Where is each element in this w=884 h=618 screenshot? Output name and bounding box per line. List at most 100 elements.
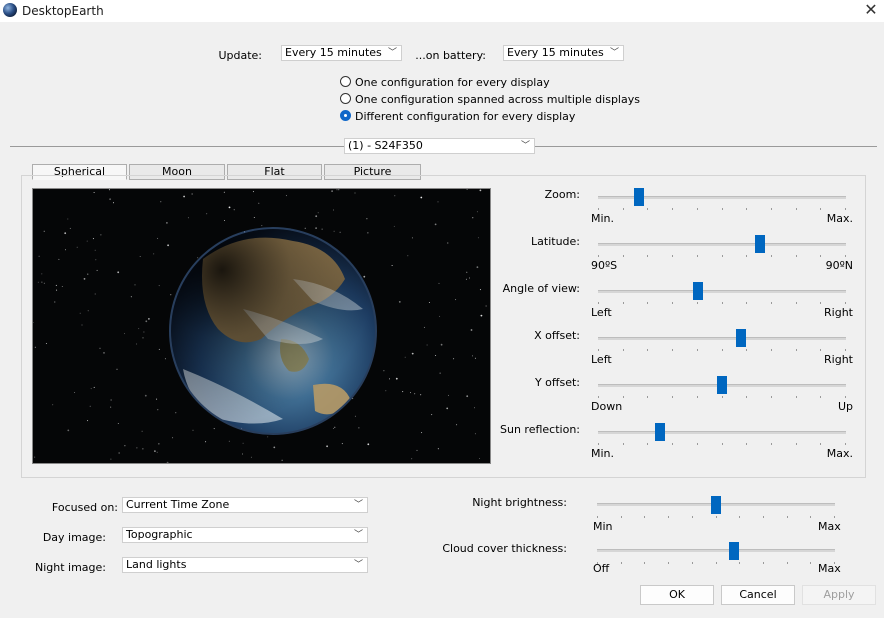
star [117,271,120,274]
star [438,282,440,284]
cloud-cover-max: Max [818,562,841,575]
radio-different-config-label[interactable]: Different configuration for every displa… [355,110,575,123]
tick-mark [647,302,648,304]
tick-mark [716,562,717,564]
star [166,461,169,463]
star [440,343,443,346]
cancel-button[interactable]: Cancel [721,585,795,605]
star [141,430,143,432]
star [363,275,366,278]
radio-spanned-config-label[interactable]: One configuration spanned across multipl… [355,93,640,106]
star [317,212,319,214]
star [81,324,83,326]
star [474,357,476,359]
star [86,240,88,242]
star [100,234,102,236]
star [64,232,67,235]
night-brightness-thumb[interactable] [711,496,721,514]
star [466,395,469,398]
star [158,348,160,350]
separator-right [535,146,877,147]
tick-mark [845,208,846,210]
cloud-cover-track[interactable] [597,549,835,552]
zoom-ticks [598,208,846,210]
star [56,289,58,291]
close-icon[interactable]: ✕ [858,0,884,22]
tick-mark [771,396,772,398]
x-offset-track[interactable] [598,337,846,340]
focused-select[interactable]: Current Time Zone ﹀ [122,497,368,513]
ok-button[interactable]: OK [640,585,714,605]
update-select[interactable]: Every 15 minutes ﹀ [281,45,402,61]
radio-one-config[interactable] [340,76,351,87]
day-image-select[interactable]: Topographic ﹀ [122,527,368,543]
angle-of-view-track[interactable] [598,290,846,293]
y-offset-min: Down [591,400,623,413]
tick-mark [697,208,698,210]
sun-reflection-ticks [598,443,846,445]
star [92,238,94,240]
angle-of-view-thumb[interactable] [693,282,703,300]
tick-mark [845,443,846,445]
tick-mark [644,516,645,518]
sun-reflection-thumb[interactable] [655,423,665,441]
star [224,220,225,221]
star [145,320,148,323]
latitude-track[interactable] [598,243,846,246]
radio-one-config-label[interactable]: One configuration for every display [355,76,550,89]
night-image-select[interactable]: Land lights ﹀ [122,557,368,573]
tick-mark [598,349,599,351]
tick-mark [672,302,673,304]
battery-select[interactable]: Every 15 minutes ﹀ [503,45,624,61]
y-offset-thumb[interactable] [717,376,727,394]
star [142,448,144,450]
sun-reflection-track[interactable] [598,431,846,434]
night-brightness-ticks [597,516,835,518]
star [466,189,468,190]
star [142,337,144,339]
star [428,302,430,303]
star [474,433,476,435]
star [124,333,125,335]
star [250,456,252,458]
latitude-thumb[interactable] [755,235,765,253]
tick-mark [621,516,622,518]
title-bar: DesktopEarth ✕ [0,0,884,22]
star [192,429,194,431]
star [456,424,458,426]
x-offset-thumb[interactable] [736,329,746,347]
star [197,257,199,259]
tick-mark [820,255,821,257]
star [352,398,354,400]
zoom-thumb[interactable] [634,188,644,206]
star [334,426,336,428]
tick-mark [697,396,698,398]
apply-button[interactable]: Apply [802,585,876,605]
radio-spanned-config[interactable] [340,93,351,104]
tick-mark [697,302,698,304]
star [485,305,487,307]
cloud-cover-thumb[interactable] [729,542,739,560]
star [69,227,71,229]
tick-mark [598,302,599,304]
radio-different-config[interactable] [340,110,351,121]
y-offset-ticks [598,396,846,398]
tick-mark [672,349,673,351]
star [156,451,158,453]
display-select[interactable]: (1) - S24F350 ﹀ [344,138,535,154]
night-brightness-max: Max [818,520,841,533]
star [99,347,101,349]
star [175,412,177,414]
battery-label: ...on battery: [415,49,486,62]
tick-mark [771,349,772,351]
tick-mark [787,562,788,564]
star [411,458,413,460]
tick-mark [647,349,648,351]
star [253,217,255,218]
tick-mark [692,562,693,564]
star [395,377,398,380]
cloud-cover-min: Off [593,562,610,575]
battery-select-value: Every 15 minutes [507,46,604,59]
tick-mark [820,396,821,398]
tick-mark [623,255,624,257]
